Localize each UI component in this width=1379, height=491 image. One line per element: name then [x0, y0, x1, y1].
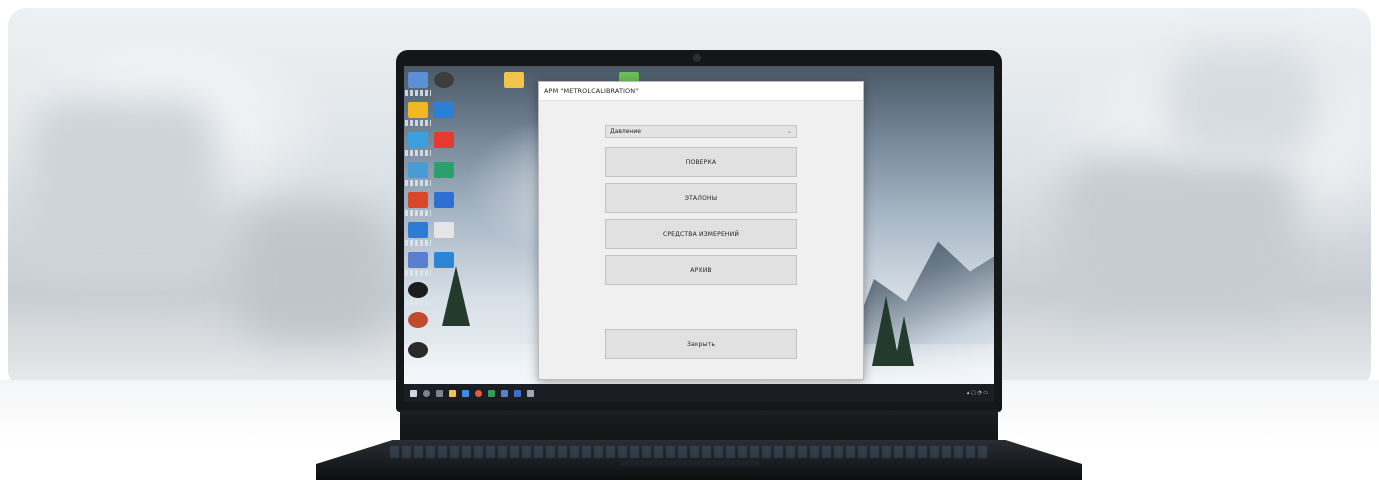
desktop-app-icon[interactable]	[408, 102, 428, 118]
measurement-type-value: Давление	[610, 128, 641, 135]
blur-shape	[238, 208, 388, 338]
taskbar-app-icon[interactable]	[475, 389, 482, 397]
desktop-screen: АРМ "METROLCALIBRATION" Давление ⌄ ПОВЕР…	[404, 66, 994, 402]
trackpad	[620, 460, 760, 466]
keyboard	[390, 446, 990, 458]
chevron-down-icon: ⌄	[786, 128, 792, 135]
standards-button[interactable]: ЭТАЛОНЫ	[605, 183, 797, 213]
tree-wallpaper	[894, 316, 914, 366]
tree-wallpaper	[442, 266, 470, 326]
taskbar-start-icon[interactable]	[410, 389, 417, 397]
laptop-lid: АРМ "METROLCALIBRATION" Давление ⌄ ПОВЕР…	[396, 50, 1002, 412]
desktop-icon-caption	[405, 90, 431, 96]
desktop-icon-caption	[405, 210, 431, 216]
desktop-app-icon[interactable]	[408, 222, 428, 238]
desktop-app-icon[interactable]	[434, 252, 454, 268]
taskbar-app-icon[interactable]	[514, 389, 521, 397]
desktop-app-icon[interactable]	[408, 252, 428, 268]
instruments-button[interactable]: СРЕДСТВА ИЗМЕРЕНИЙ	[605, 219, 797, 249]
blur-shape	[28, 98, 218, 278]
measurement-type-select[interactable]: Давление ⌄	[605, 125, 797, 138]
taskbar-app-icon[interactable]	[488, 389, 495, 397]
desktop-icon-caption	[405, 300, 431, 306]
desktop-app-icon[interactable]	[408, 72, 428, 88]
desktop-app-icon[interactable]	[408, 132, 428, 148]
desktop-app-icon[interactable]	[408, 282, 428, 298]
taskbar: ▴ ▢ ◔ ▭	[404, 384, 994, 402]
desktop-app-icon[interactable]	[408, 312, 428, 328]
blur-shape	[1058, 158, 1298, 308]
taskbar-search-icon[interactable]	[423, 389, 430, 397]
window-title: АРМ "METROLCALIBRATION"	[544, 87, 639, 95]
verification-button[interactable]: ПОВЕРКА	[605, 147, 797, 177]
desktop-app-icon[interactable]	[434, 72, 454, 88]
desktop-icon-caption	[405, 270, 431, 276]
taskbar-app-icon[interactable]	[462, 389, 469, 397]
window-titlebar[interactable]: АРМ "METROLCALIBRATION"	[539, 82, 863, 101]
camera-icon	[693, 54, 701, 62]
desktop-app-icon[interactable]	[434, 132, 454, 148]
close-button[interactable]: Закрыть	[605, 329, 797, 359]
taskbar-taskview-icon[interactable]	[436, 389, 443, 397]
system-tray[interactable]: ▴ ▢ ◔ ▭	[967, 390, 988, 396]
taskbar-app-icon[interactable]	[501, 389, 508, 397]
desktop-app-icon[interactable]	[434, 102, 454, 118]
desktop-app-icon[interactable]	[434, 222, 454, 238]
desktop-app-icon[interactable]	[408, 162, 428, 178]
desktop-icon-caption	[405, 180, 431, 186]
laptop-hinge	[400, 410, 998, 444]
desktop-app-icon[interactable]	[408, 192, 428, 208]
desktop-app-icon[interactable]	[434, 192, 454, 208]
app-window: АРМ "METROLCALIBRATION" Давление ⌄ ПОВЕР…	[538, 81, 864, 380]
taskbar-explorer-icon[interactable]	[449, 389, 456, 397]
desktop-app-icon[interactable]	[408, 342, 428, 358]
desktop-icon-caption	[405, 240, 431, 246]
desktop-folder-icon[interactable]	[504, 72, 524, 88]
desktop-icon-caption	[405, 120, 431, 126]
desktop-app-icon[interactable]	[434, 162, 454, 178]
blur-shape	[1168, 48, 1318, 158]
desktop-icon-caption	[405, 150, 431, 156]
archive-button[interactable]: АРХИВ	[605, 255, 797, 285]
taskbar-app-icon[interactable]	[527, 389, 534, 397]
